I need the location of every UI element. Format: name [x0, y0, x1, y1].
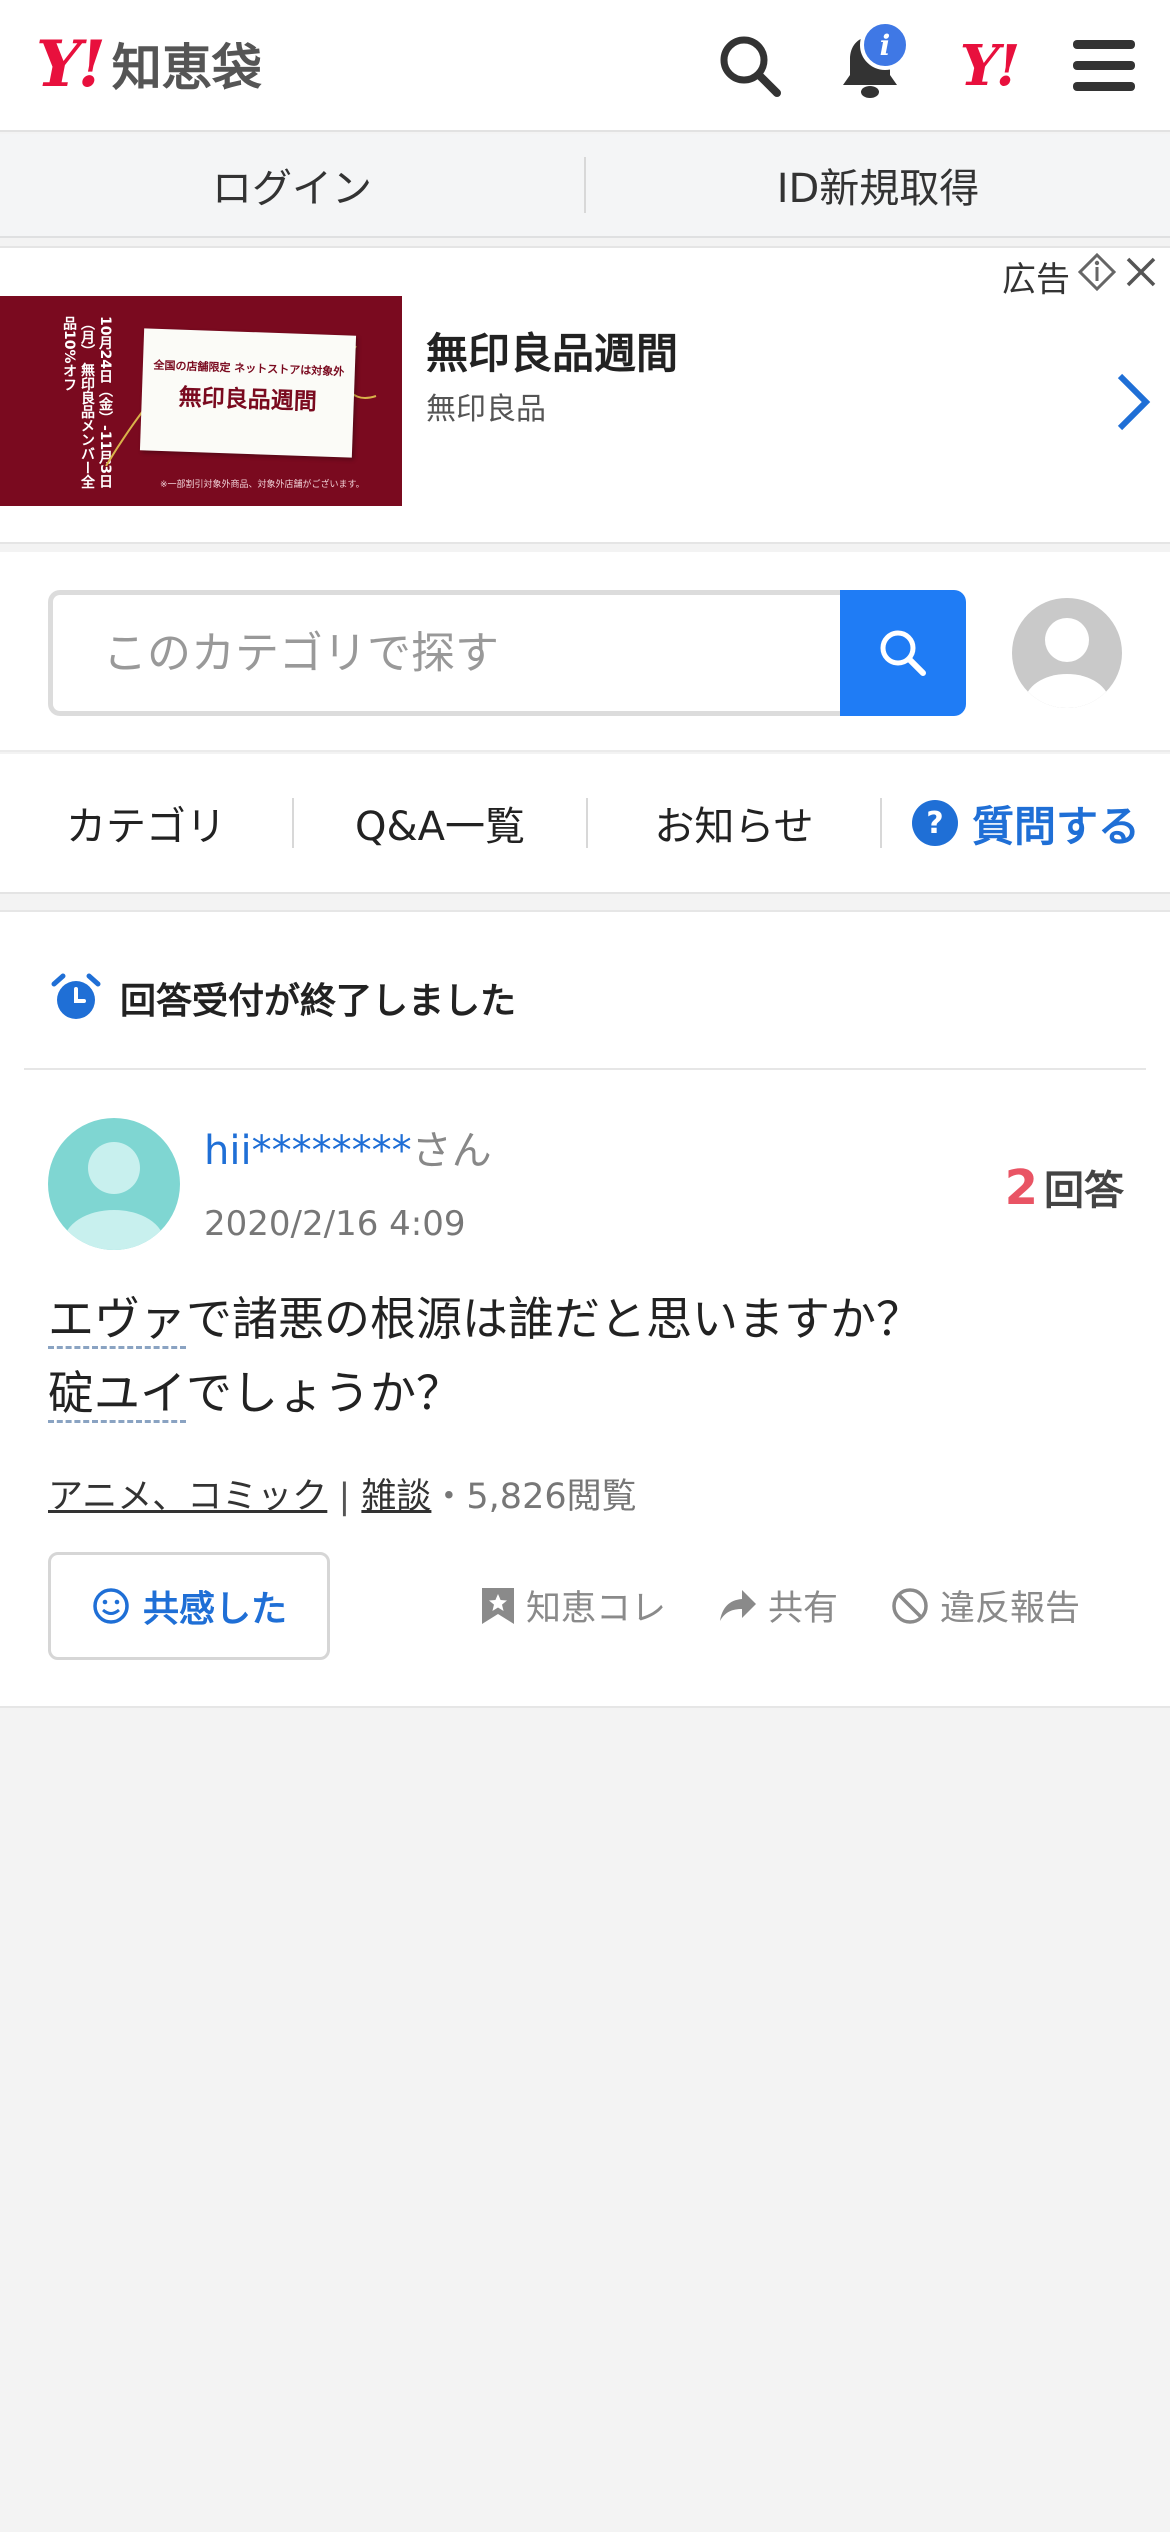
ad-info-icon[interactable] — [1077, 252, 1117, 300]
yahoo-logo-mark: Y! — [36, 26, 106, 102]
category-link-chat[interactable]: 雑談 — [361, 1477, 431, 1517]
register-link[interactable]: ID新規取得 — [586, 156, 1170, 214]
search-icon[interactable] — [708, 24, 792, 108]
report-button[interactable]: 違反報告 — [890, 1580, 1080, 1631]
share-label: 共有 — [768, 1589, 839, 1629]
bookmark-star-icon — [482, 1587, 514, 1624]
prohibited-icon — [892, 1587, 928, 1624]
question-line-1: エヴァで諸悪の根源は誰だと思いますか？ — [48, 1282, 1128, 1356]
app-header: Y! 知恵袋 i Y! — [0, 0, 1170, 132]
yahoo-japan-icon[interactable]: Y! — [946, 24, 1030, 108]
report-label: 違反報告 — [940, 1589, 1081, 1629]
question-mark-icon: ? — [911, 800, 958, 846]
card-divider — [24, 1068, 1146, 1070]
view-count: ・5,826閲覧 — [431, 1477, 637, 1517]
share-arrow-icon — [720, 1589, 757, 1621]
search-button[interactable] — [840, 590, 966, 716]
login-bar: ログイン ID新規取得 — [0, 134, 1170, 238]
category-link-anime[interactable]: アニメ、コミック — [48, 1477, 327, 1517]
tab-qa-list[interactable]: Q&A一覧 — [294, 794, 586, 852]
keyword-link[interactable]: エヴァ — [48, 1292, 186, 1349]
question-line-1-rest: で諸悪の根源は誰だと思いますか？ — [186, 1292, 922, 1346]
ad-image-sub: 全国の店舗限定 ネットストアは対象外 — [153, 358, 345, 379]
ad-image-calendar: 全国の店舗限定 ネットストアは対象外 無印良品週間 — [139, 328, 357, 458]
question-text: エヴァで諸悪の根源は誰だと思いますか？ 碇ユイでしょうか？ — [48, 1282, 1128, 1430]
keyword-link[interactable]: 碇ユイ — [48, 1366, 186, 1423]
chiebukuro-logo[interactable]: Y! 知恵袋 — [36, 26, 262, 102]
questioner-avatar[interactable] — [48, 1118, 180, 1250]
ad-image-main: 無印良品週間 — [178, 384, 318, 416]
empathy-button[interactable]: 共感した — [48, 1552, 330, 1660]
search-icon — [880, 630, 926, 676]
smile-icon — [93, 1588, 129, 1624]
empathy-label: 共感した — [142, 1589, 287, 1630]
nav-tabs: カテゴリ Q&A一覧 お知らせ ? 質問する — [0, 754, 1170, 894]
category-separator: | — [338, 1477, 351, 1517]
ad-label: 広告 — [1002, 260, 1070, 300]
login-link[interactable]: ログイン — [0, 156, 584, 214]
logo-text: 知恵袋 — [111, 39, 262, 97]
question-meta: アニメ、コミック | 雑談・5,826閲覧 — [48, 1468, 637, 1519]
question-card: 回答受付が終了しました hii********さん 2020/2/16 4:09… — [0, 910, 1170, 1708]
tab-category[interactable]: カテゴリ — [0, 794, 292, 852]
tab-notices[interactable]: お知らせ — [588, 794, 880, 852]
ask-question-button[interactable]: ? 質問する — [882, 793, 1170, 854]
alarm-clock-icon — [51, 973, 101, 1019]
notification-badge: i — [860, 20, 910, 70]
share-button[interactable]: 共有 — [718, 1580, 838, 1631]
ad-meta: 広告 — [1002, 252, 1158, 301]
category-search-row — [0, 552, 1170, 752]
bookmark-button[interactable]: 知恵コレ — [480, 1580, 666, 1631]
bookmark-label: 知恵コレ — [526, 1589, 667, 1629]
category-search-input[interactable] — [48, 590, 842, 716]
ad-title[interactable]: 無印良品週間 — [426, 320, 678, 381]
question-actions: 知恵コレ 共有 違反報告 — [480, 1580, 1080, 1631]
question-line-2-rest: でしょうか？ — [186, 1366, 462, 1420]
honorific-suffix: さん — [411, 1128, 492, 1174]
question-line-2: 碇ユイでしょうか？ — [48, 1356, 1128, 1430]
menu-icon[interactable] — [1062, 24, 1146, 108]
answer-closed-text: 回答受付が終了しました — [120, 981, 517, 1022]
ad-image-footnote: ※一部割引対象外商品、対象外店舗がございます。 — [160, 480, 365, 490]
ad-close-icon[interactable] — [1124, 255, 1158, 298]
ask-question-label: 質問する — [971, 801, 1140, 851]
chevron-right-icon[interactable] — [1112, 370, 1152, 438]
ad-image[interactable]: 10月24日（金）-11月3日（月） 無印良品メンバー全品10%オフ 全国の店舗… — [0, 296, 402, 506]
yahoo-japan-mark: Y! — [959, 33, 1021, 99]
answer-count[interactable]: 2 回答 — [1005, 1158, 1124, 1216]
answer-count-label: 回答 — [1044, 1168, 1124, 1214]
notification-bell-icon[interactable]: i — [828, 20, 912, 108]
questioner-id: hii******** — [204, 1128, 412, 1174]
answer-count-number: 2 — [1004, 1160, 1038, 1216]
ad-advertiser: 無印良品 — [426, 392, 546, 427]
ad-banner[interactable]: 広告 10月24日（金）-11月3日（月） 無印良品メンバー全品10%オフ 全国… — [0, 246, 1170, 544]
answer-closed-notice: 回答受付が終了しました — [50, 972, 516, 1024]
user-avatar[interactable] — [1012, 598, 1122, 708]
post-date: 2020/2/16 4:09 — [204, 1204, 466, 1244]
questioner-name[interactable]: hii********さん — [204, 1118, 492, 1176]
